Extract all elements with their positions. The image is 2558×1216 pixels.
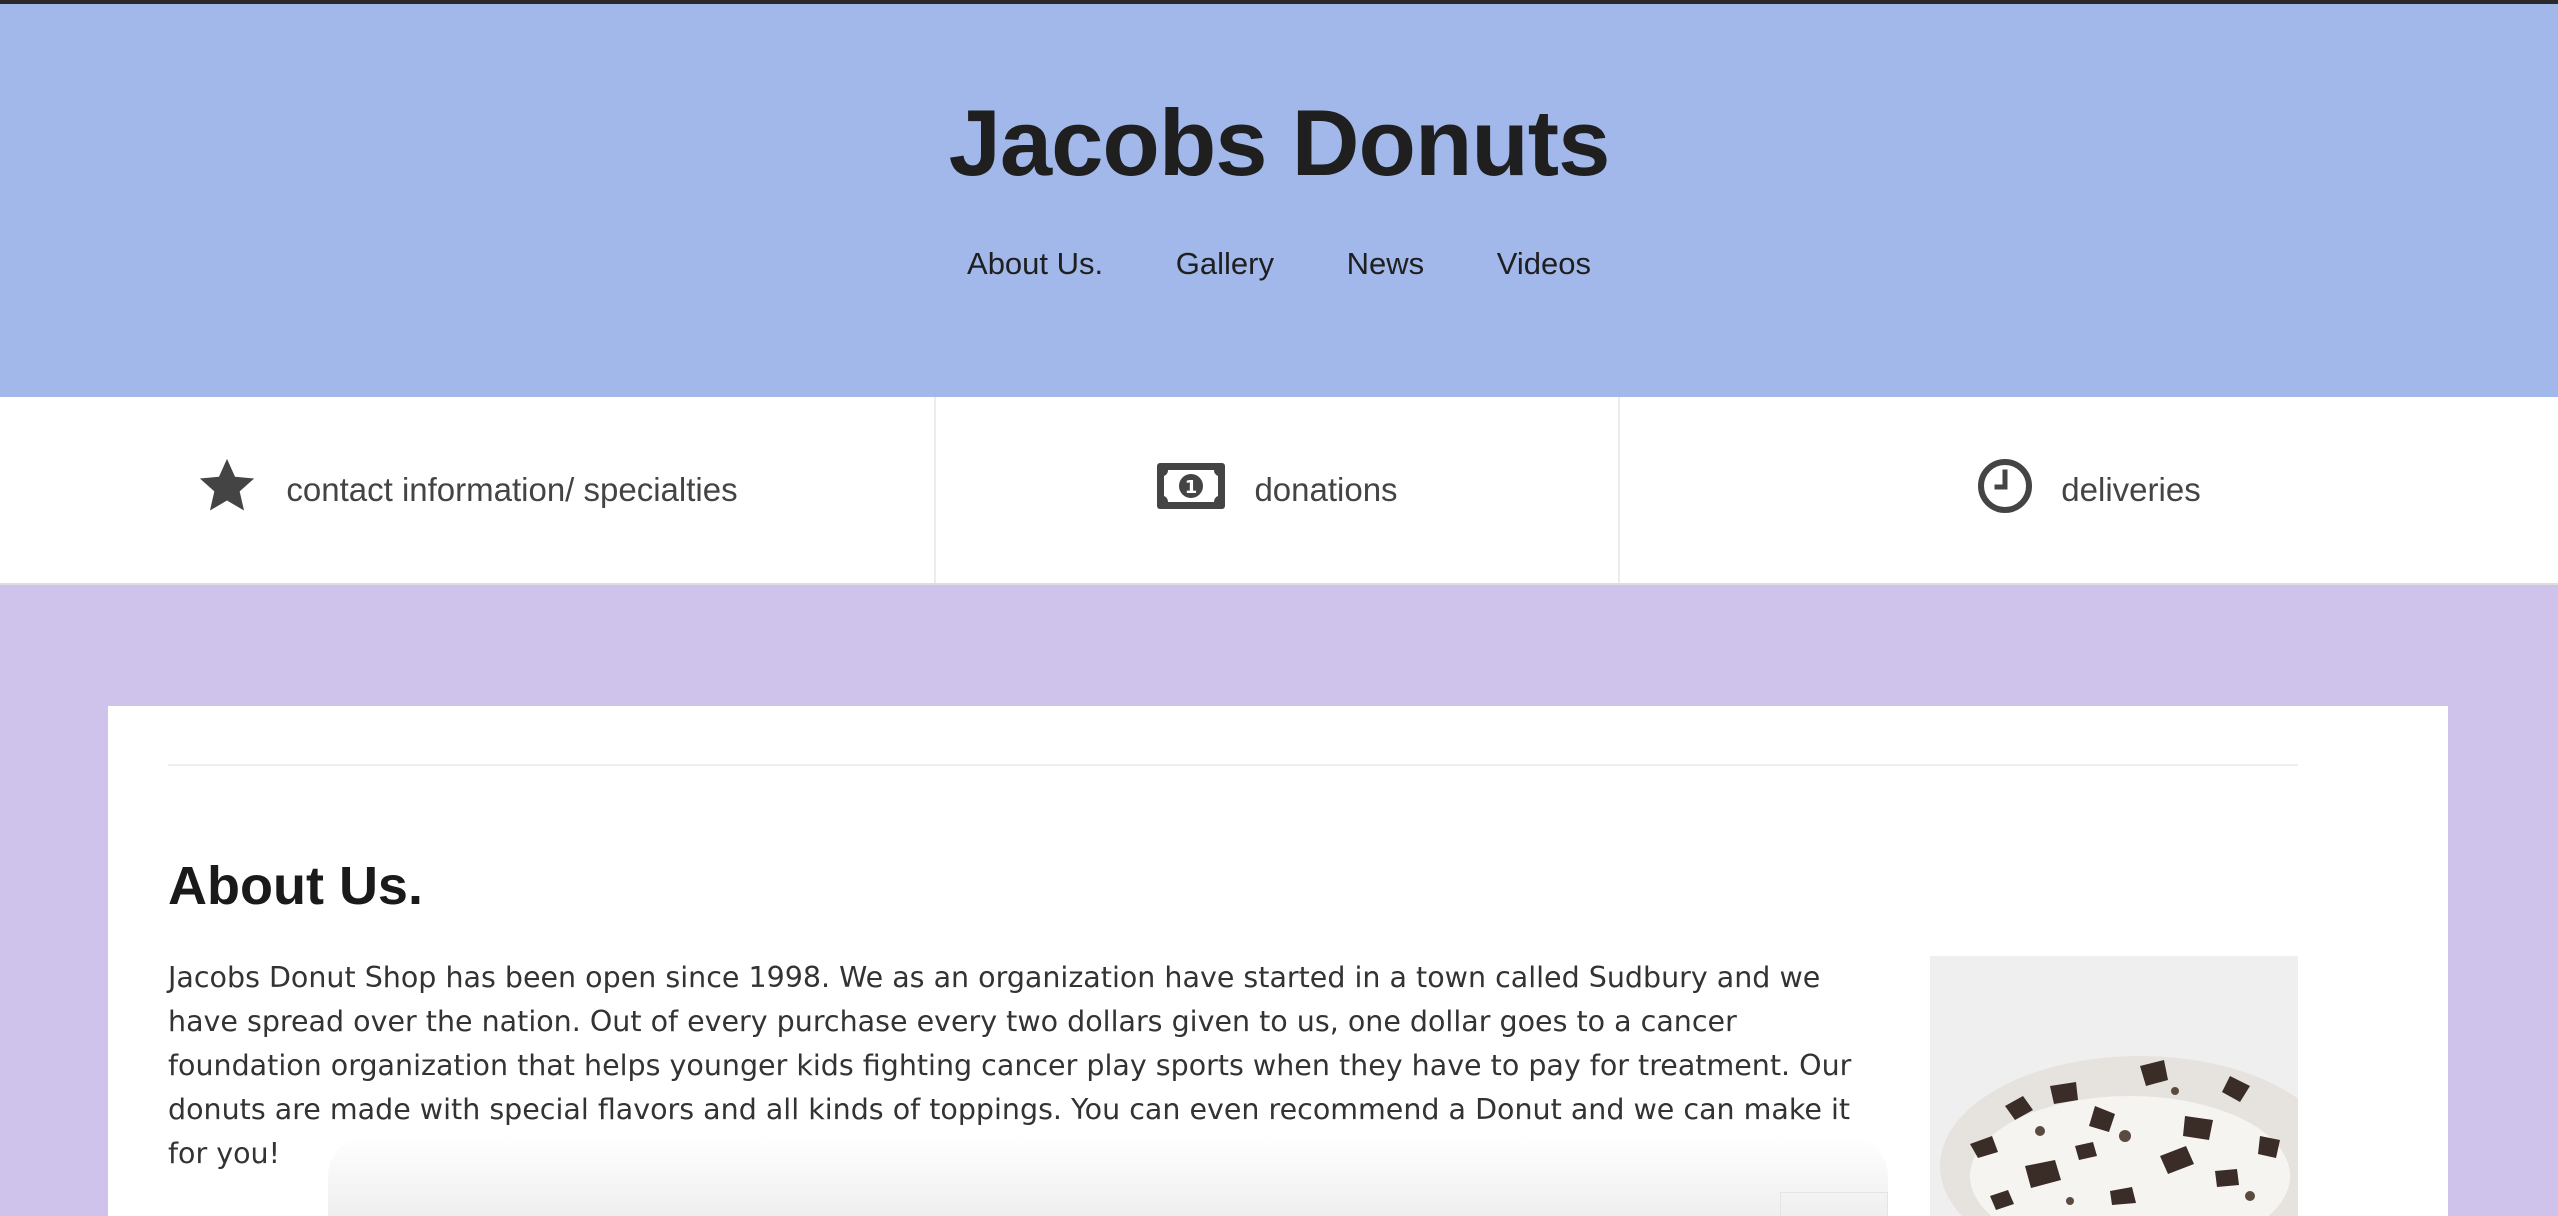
main-nav: About Us. Gallery News Videos [0,242,2558,286]
feature-contact[interactable]: contact information/ specialties [0,397,934,583]
site-title[interactable]: Jacobs Donuts [0,88,2558,198]
about-heading: About Us. [168,856,423,916]
nav-news[interactable]: News [1347,242,1425,286]
feature-deliveries-label: deliveries [2061,471,2201,508]
clock-icon [1977,458,2033,522]
feature-donations-label: donations [1254,471,1398,508]
star-icon [196,455,258,525]
divider [168,764,2298,766]
feature-donations[interactable]: 1 donations [936,397,1618,583]
nav-videos[interactable]: Videos [1497,242,1591,286]
card-edge [1780,1192,1888,1216]
site-header: Jacobs Donuts About Us. Gallery News Vid… [0,4,2558,397]
feature-contact-label: contact information/ specialties [286,471,738,508]
feature-deliveries[interactable]: deliveries [1620,397,2558,583]
nav-about-us[interactable]: About Us. [967,242,1103,286]
donut-photo [1930,956,2298,1216]
nav-gallery[interactable]: Gallery [1176,242,1274,286]
card-shadow [328,1136,1888,1216]
svg-text:1: 1 [1185,477,1198,498]
money-bill-icon: 1 [1156,462,1226,518]
content-panel: About Us. Jacobs Donut Shop has been ope… [108,706,2448,1216]
features-bar: contact information/ specialties 1 donat… [0,397,2558,585]
